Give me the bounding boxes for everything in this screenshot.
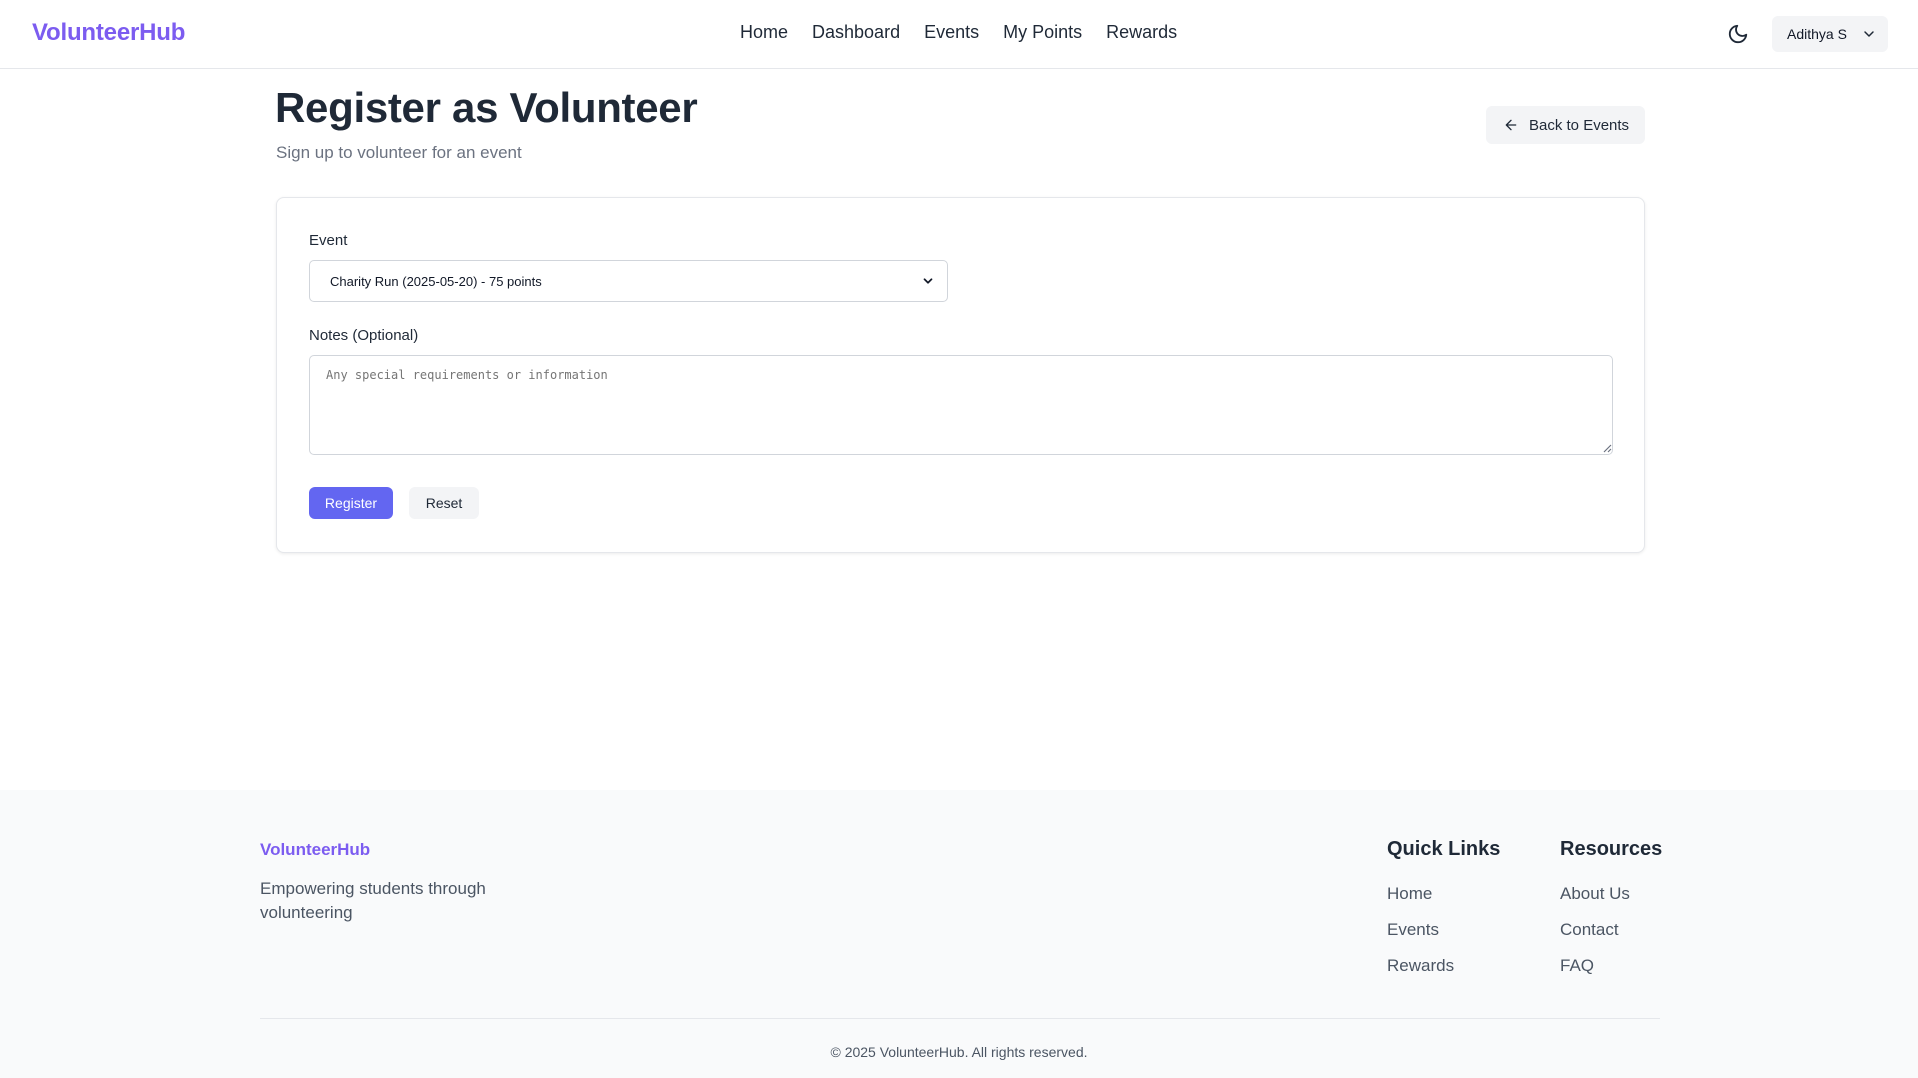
back-to-events-label: Back to Events <box>1529 116 1630 134</box>
event-select[interactable]: Charity Run (2025-05-20) - 75 points <box>309 260 948 302</box>
footer: VolunteerHub Empowering students through… <box>0 790 1918 1078</box>
registration-form-card: Event Charity Run (2025-05-20) - 75 poin… <box>276 197 1645 553</box>
footer-link-events[interactable]: Events <box>1387 919 1500 940</box>
footer-link-contact[interactable]: Contact <box>1560 919 1662 940</box>
back-to-events-button[interactable]: Back to Events <box>1486 106 1645 144</box>
main-nav: Home Dashboard Events My Points Rewards <box>740 22 1177 43</box>
footer-divider <box>260 1018 1660 1019</box>
footer-link-about-us[interactable]: About Us <box>1560 883 1662 904</box>
resources-heading: Resources <box>1560 838 1663 860</box>
brand-logo[interactable]: VolunteerHub <box>32 19 185 47</box>
nav-my-points[interactable]: My Points <box>1003 22 1082 43</box>
footer-link-faq[interactable]: FAQ <box>1560 955 1662 976</box>
register-button[interactable]: Register <box>309 487 393 519</box>
user-name: Adithya S <box>1787 26 1847 42</box>
resize-grip-icon[interactable] <box>1602 443 1612 453</box>
notes-textarea[interactable] <box>309 355 1613 455</box>
footer-brand: VolunteerHub <box>260 840 371 859</box>
quick-links-heading: Quick Links <box>1387 838 1501 860</box>
theme-toggle-button[interactable] <box>1724 20 1752 48</box>
nav-home[interactable]: Home <box>740 22 788 43</box>
notes-label: Notes (Optional) <box>309 327 419 344</box>
chevron-down-icon <box>1864 31 1874 37</box>
footer-quick-links: Quick Links Home Events Rewards <box>1387 838 1500 991</box>
footer-copyright: © 2025 VolunteerHub. All rights reserved… <box>830 1044 1088 1060</box>
page-subtitle: Sign up to volunteer for an event <box>276 143 522 162</box>
page-title: Register as Volunteer <box>275 84 698 131</box>
footer-link-home[interactable]: Home <box>1387 883 1500 904</box>
nav-rewards[interactable]: Rewards <box>1106 22 1177 43</box>
top-navbar: VolunteerHub Home Dashboard Events My Po… <box>0 0 1918 69</box>
event-select-value: Charity Run (2025-05-20) - 75 points <box>330 273 542 289</box>
arrow-left-icon <box>1505 119 1517 131</box>
footer-tagline: Empowering students through volunteering <box>260 879 486 922</box>
moon-icon <box>1728 24 1748 44</box>
footer-resources: Resources About Us Contact FAQ <box>1560 838 1662 991</box>
nav-events[interactable]: Events <box>924 22 979 43</box>
chevron-down-icon <box>923 278 933 284</box>
user-menu-button[interactable]: Adithya S <box>1772 16 1888 52</box>
reset-button[interactable]: Reset <box>409 487 479 519</box>
footer-link-rewards[interactable]: Rewards <box>1387 955 1500 976</box>
event-label: Event <box>309 232 348 249</box>
nav-dashboard[interactable]: Dashboard <box>812 22 900 43</box>
